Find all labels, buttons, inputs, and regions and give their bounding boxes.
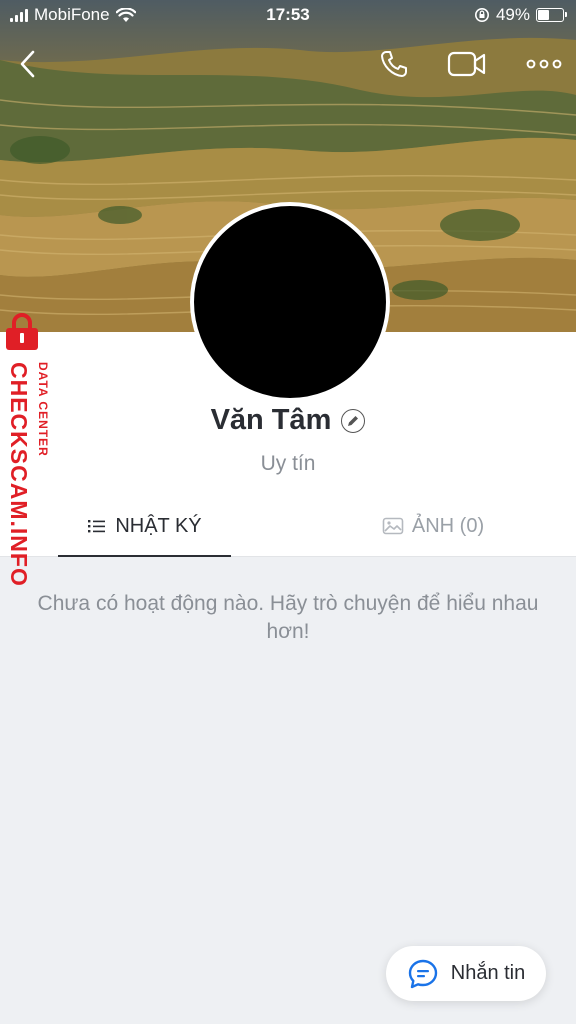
status-bar: MobiFone 17:53 49% — [0, 0, 576, 32]
watermark-tagline-text: DATA CENTER — [36, 362, 50, 457]
video-call-button[interactable] — [447, 44, 487, 84]
send-message-button[interactable]: Nhắn tin — [386, 946, 546, 1001]
watermark-brand-text: CHECKSCAM.INFO — [6, 362, 32, 587]
edit-name-button[interactable] — [341, 408, 366, 433]
tab-photos-label: ẢNH (0) — [411, 514, 485, 537]
more-button[interactable] — [524, 44, 564, 84]
watermark-tagline: DATA CENTER — [36, 362, 52, 474]
send-message-label: Nhắn tin — [450, 962, 526, 984]
back-button[interactable] — [8, 44, 48, 84]
pencil-icon — [348, 415, 359, 426]
profile-tabs: NHẬT KÝ ẢNH (0) — [0, 496, 576, 557]
avatar[interactable] — [190, 202, 390, 402]
tab-diary[interactable]: NHẬT KÝ — [58, 496, 231, 557]
empty-state-message: Chưa có hoạt động nào. Hãy trò chuyện để… — [37, 592, 539, 643]
watermark-lock-icon — [6, 313, 38, 350]
battery-icon — [536, 8, 567, 22]
profile-screen: MobiFone 17:53 49% Văn Tâm Uy tín NHẬT K… — [0, 0, 576, 1024]
watermark-brand: CHECKSCAM.INFO — [5, 362, 33, 587]
call-button[interactable] — [374, 44, 414, 84]
battery-percent: 49% — [495, 5, 530, 24]
more-icon — [526, 59, 562, 69]
video-call-icon — [447, 51, 486, 77]
tab-diary-label: NHẬT KÝ — [115, 514, 202, 537]
chat-bubble-icon — [408, 959, 437, 988]
phone-icon — [381, 51, 407, 77]
rotation-lock-icon — [474, 8, 489, 22]
profile-subtitle: Uy tín — [260, 452, 316, 475]
back-arrow-icon — [20, 50, 35, 78]
tab-photos[interactable]: ẢNH (0) — [345, 496, 521, 556]
image-icon — [382, 517, 404, 535]
list-icon — [88, 520, 106, 533]
name-row: Văn Tâm — [0, 404, 576, 437]
profile-name: Văn Tâm — [210, 404, 332, 436]
